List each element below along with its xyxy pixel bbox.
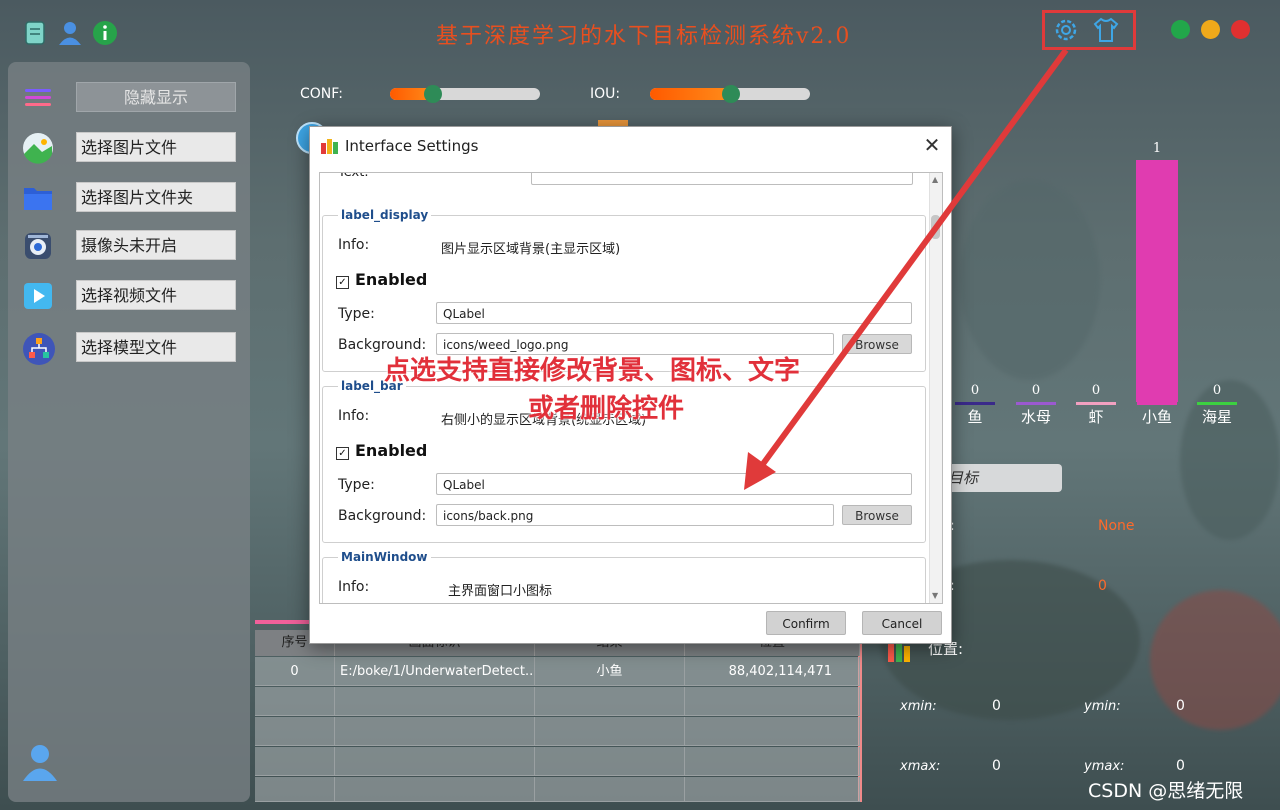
watermark: CSDN @思绪无限 bbox=[1088, 780, 1244, 802]
annotation-line1: 点选支持直接修改背景、图标、文字 bbox=[384, 356, 801, 386]
annotation-line2: 或者删除控件 bbox=[528, 394, 685, 424]
